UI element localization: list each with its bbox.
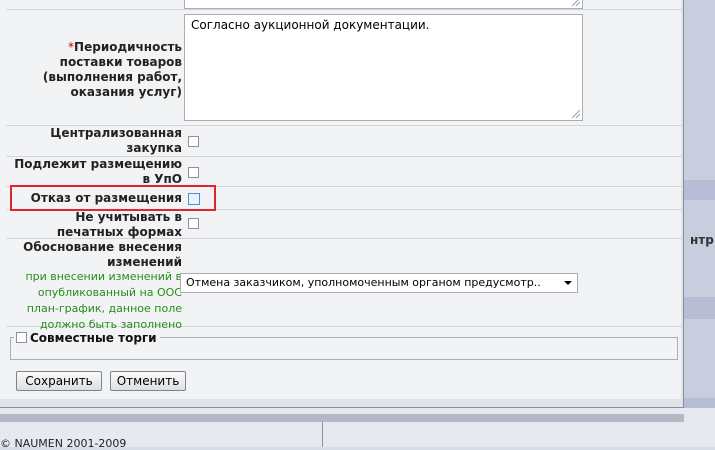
justification-select[interactable]: Отмена заказчиком, уполномоченным органо… [180,273,578,293]
no-print-row: Не учитывать в печатных формах [6,210,682,239]
centralized-row: Централизованная закупка [6,126,682,157]
periodicity-row: *Периодичность поставки товаров (выполне… [6,10,682,126]
resize-grip-icon[interactable] [572,110,580,118]
background-divider [322,422,323,447]
resize-grip-icon[interactable] [572,0,580,6]
background-page [684,0,715,447]
upo-row: Подлежит размещению в УпО [6,157,682,187]
upo-checkbox[interactable] [188,167,199,178]
justification-label: Обоснование внесения изменений [23,240,182,269]
background-row [684,297,715,319]
centralized-label: Централизованная закупка [50,126,182,155]
justification-hint: при внесении изменений в опубликованный … [25,270,182,331]
centralized-checkbox[interactable] [188,136,199,147]
no-print-checkbox[interactable] [188,218,199,229]
joint-tenders-checkbox[interactable] [16,332,27,343]
periodicity-textarea[interactable]: Согласно аукционной документации. [184,14,583,121]
previous-textarea[interactable] [184,0,583,9]
cancel-button[interactable]: Отменить [110,371,186,391]
upo-label: Подлежит размещению в УпО [14,157,182,186]
background-row [684,180,715,200]
highlight-frame [10,185,216,211]
background-footer-bar [0,414,684,422]
save-button[interactable]: Сохранить [16,371,102,391]
periodicity-label: *Периодичность поставки товаров (выполне… [42,40,182,99]
dialog-body: *Периодичность поставки товаров (выполне… [0,0,682,399]
joint-tenders-label: Совместные торги [30,331,157,345]
edit-dialog: *Периодичность поставки товаров (выполне… [0,0,684,408]
chevron-down-icon [564,281,572,285]
background-text: нтр [690,233,714,247]
no-print-label: Не учитывать в печатных формах [56,210,182,239]
copyright: © NAUMEN 2001-2009 [0,437,127,450]
joint-tenders-legend: Совместные торги [14,331,160,345]
